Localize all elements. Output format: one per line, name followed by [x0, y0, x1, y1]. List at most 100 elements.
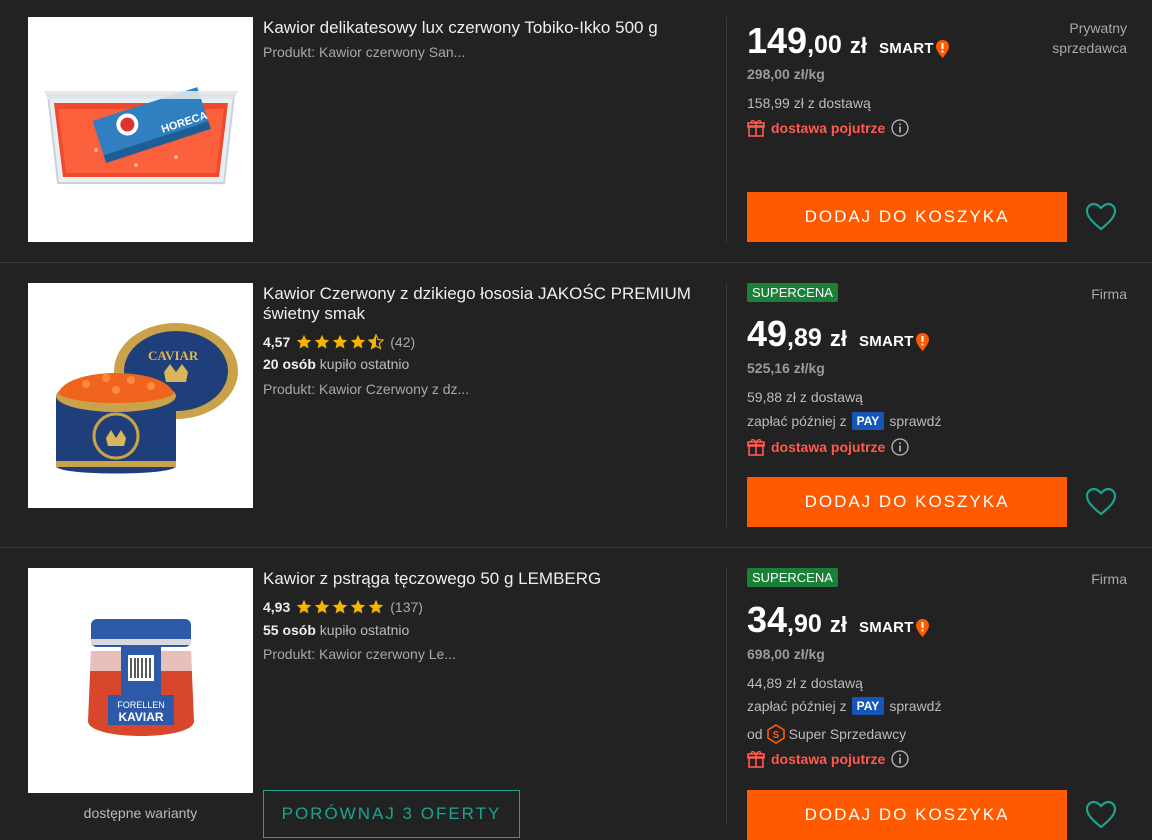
delivery-label: dostawa pojutrze: [771, 439, 886, 455]
super-seller-prefix: od: [747, 726, 763, 742]
price-currency: zł: [829, 612, 847, 637]
rating-stars: [296, 599, 384, 615]
star-icon: [297, 599, 312, 614]
heart-icon[interactable]: [1085, 487, 1117, 517]
price-integer: 149: [747, 20, 808, 61]
price-decimal: ,90: [787, 610, 822, 638]
recent-buyers: 55 osób kupiło ostatnio: [263, 622, 409, 638]
seller-type: Firma: [1091, 571, 1127, 587]
pay-later-prefix: zapłać później z: [747, 698, 847, 714]
heart-icon[interactable]: [1085, 202, 1117, 232]
jar-label-bottom: KAVIAR: [118, 710, 163, 724]
supercena-badge: SUPERCENA: [747, 568, 838, 587]
add-to-cart-button[interactable]: DODAJ DO KOSZYKA: [747, 477, 1067, 527]
caviar-box-icon: HORECA: [43, 86, 238, 184]
super-seller[interactable]: od S Super Sprzedawcy: [747, 724, 906, 744]
product-image[interactable]: FORELLEN KAVIAR: [28, 568, 253, 793]
rating-score: 4,93: [263, 599, 291, 615]
product-title[interactable]: Kawior z pstrąga tęczowego 50 g LEMBERG: [263, 569, 708, 589]
column-divider: [726, 17, 727, 242]
price-currency: zł: [829, 326, 847, 351]
super-seller-icon: S: [766, 724, 785, 744]
price-integer: 49: [747, 313, 788, 354]
listing-1: HORECA Kawior delikatesowy lux czerwony …: [0, 0, 1152, 262]
star-icon: [351, 334, 366, 349]
delivery-info: dostawa pojutrze: [747, 750, 910, 768]
delivery-label: dostawa pojutrze: [771, 751, 886, 767]
pay-later-check[interactable]: sprawdź: [889, 698, 941, 714]
variants-link[interactable]: dostępne warianty: [28, 805, 253, 821]
gift-icon: [747, 439, 765, 456]
rating[interactable]: 4,57 (42): [263, 334, 415, 350]
price-integer: 34: [747, 599, 788, 640]
rating[interactable]: 4,93 (137): [263, 599, 423, 615]
buyers-count: 20 osób: [263, 356, 316, 372]
product-image[interactable]: CAVIAR: [28, 283, 253, 508]
product-image[interactable]: HORECA: [28, 17, 253, 242]
star-icon: [297, 334, 312, 349]
pay-later[interactable]: zapłać później z PAY sprawdź: [747, 412, 941, 430]
column-divider: [726, 568, 727, 824]
buyers-text: kupiło ostatnio: [319, 622, 410, 638]
star-half-icon: [368, 334, 385, 350]
unit-price: 698,00 zł/kg: [747, 646, 825, 662]
super-seller-label: Super Sprzedawcy: [788, 726, 907, 742]
heart-icon[interactable]: [1085, 800, 1117, 830]
rating-stars: [296, 334, 385, 350]
delivery-info: dostawa pojutrze: [747, 119, 910, 137]
gift-icon: [747, 751, 765, 768]
delivery-info: dostawa pojutrze: [747, 438, 910, 456]
price: 49 ,89 zł SMART: [747, 313, 930, 355]
price: 34 ,90 zł SMART: [747, 599, 930, 641]
pay-later-check[interactable]: sprawdź: [889, 413, 941, 429]
product-name[interactable]: Produkt: Kawior czerwony San...: [263, 44, 465, 60]
pay-badge: PAY: [851, 697, 885, 715]
rating-score: 4,57: [263, 334, 291, 350]
info-icon[interactable]: [891, 438, 910, 456]
price-decimal: ,00: [807, 31, 842, 59]
product-title[interactable]: Kawior delikatesowy lux czerwony Tobiko-…: [263, 18, 708, 38]
smart-label: SMART: [858, 619, 914, 636]
pay-later[interactable]: zapłać później z PAY sprawdź: [747, 697, 941, 715]
star-icon: [333, 599, 348, 614]
seller-type: Prywatny sprzedawca: [1052, 20, 1127, 56]
add-to-cart-button[interactable]: DODAJ DO KOSZYKA: [747, 790, 1067, 840]
info-icon[interactable]: [891, 750, 910, 768]
smart-icon: [915, 618, 929, 637]
smart-icon: [935, 39, 949, 58]
gift-icon: [747, 120, 765, 137]
product-name[interactable]: Produkt: Kawior Czerwony z dz...: [263, 381, 469, 397]
star-icon: [315, 599, 330, 614]
info-icon[interactable]: [891, 119, 910, 137]
compare-offers-button[interactable]: PORÓWNAJ 3 OFERTY: [263, 790, 520, 838]
svg-text:S: S: [772, 730, 779, 741]
unit-price: 525,16 zł/kg: [747, 360, 825, 376]
smart-icon: [915, 332, 929, 351]
price-currency: zł: [849, 33, 867, 58]
product-name[interactable]: Produkt: Kawior czerwony Le...: [263, 646, 456, 662]
star-icon: [369, 599, 384, 614]
product-title[interactable]: Kawior Czerwony z dzikiego łososia JAKOŚ…: [263, 284, 708, 324]
recent-buyers: 20 osób kupiło ostatnio: [263, 356, 409, 372]
listing-3: FORELLEN KAVIAR Kawior z pstrąga tęczowe…: [0, 548, 1152, 840]
smart-badge[interactable]: SMART: [859, 332, 930, 352]
buyers-text: kupiło ostatnio: [319, 356, 410, 372]
svg-text:CAVIAR: CAVIAR: [148, 348, 199, 363]
price: 149 ,00 zł SMART: [747, 20, 950, 62]
supercena-badge: SUPERCENA: [747, 283, 838, 302]
delivery-label: dostawa pojutrze: [771, 120, 886, 136]
smart-badge[interactable]: SMART: [879, 39, 950, 59]
listing-2: CAVIAR Kawior Czerwony z dzikiego łososi…: [0, 263, 1152, 547]
unit-price: 298,00 zł/kg: [747, 66, 825, 82]
price-with-delivery: 59,88 zł z dostawą: [747, 389, 863, 405]
caviar-tin-icon: CAVIAR: [55, 322, 238, 473]
smart-label: SMART: [858, 333, 914, 350]
pay-later-prefix: zapłać później z: [747, 413, 847, 429]
smart-label: SMART: [878, 40, 934, 57]
add-to-cart-button[interactable]: DODAJ DO KOSZYKA: [747, 192, 1067, 242]
seller-type: Firma: [1091, 286, 1127, 302]
pay-badge: PAY: [851, 412, 885, 430]
smart-badge[interactable]: SMART: [859, 618, 930, 638]
star-icon: [333, 334, 348, 349]
jar-label-top: FORELLEN: [117, 700, 165, 710]
